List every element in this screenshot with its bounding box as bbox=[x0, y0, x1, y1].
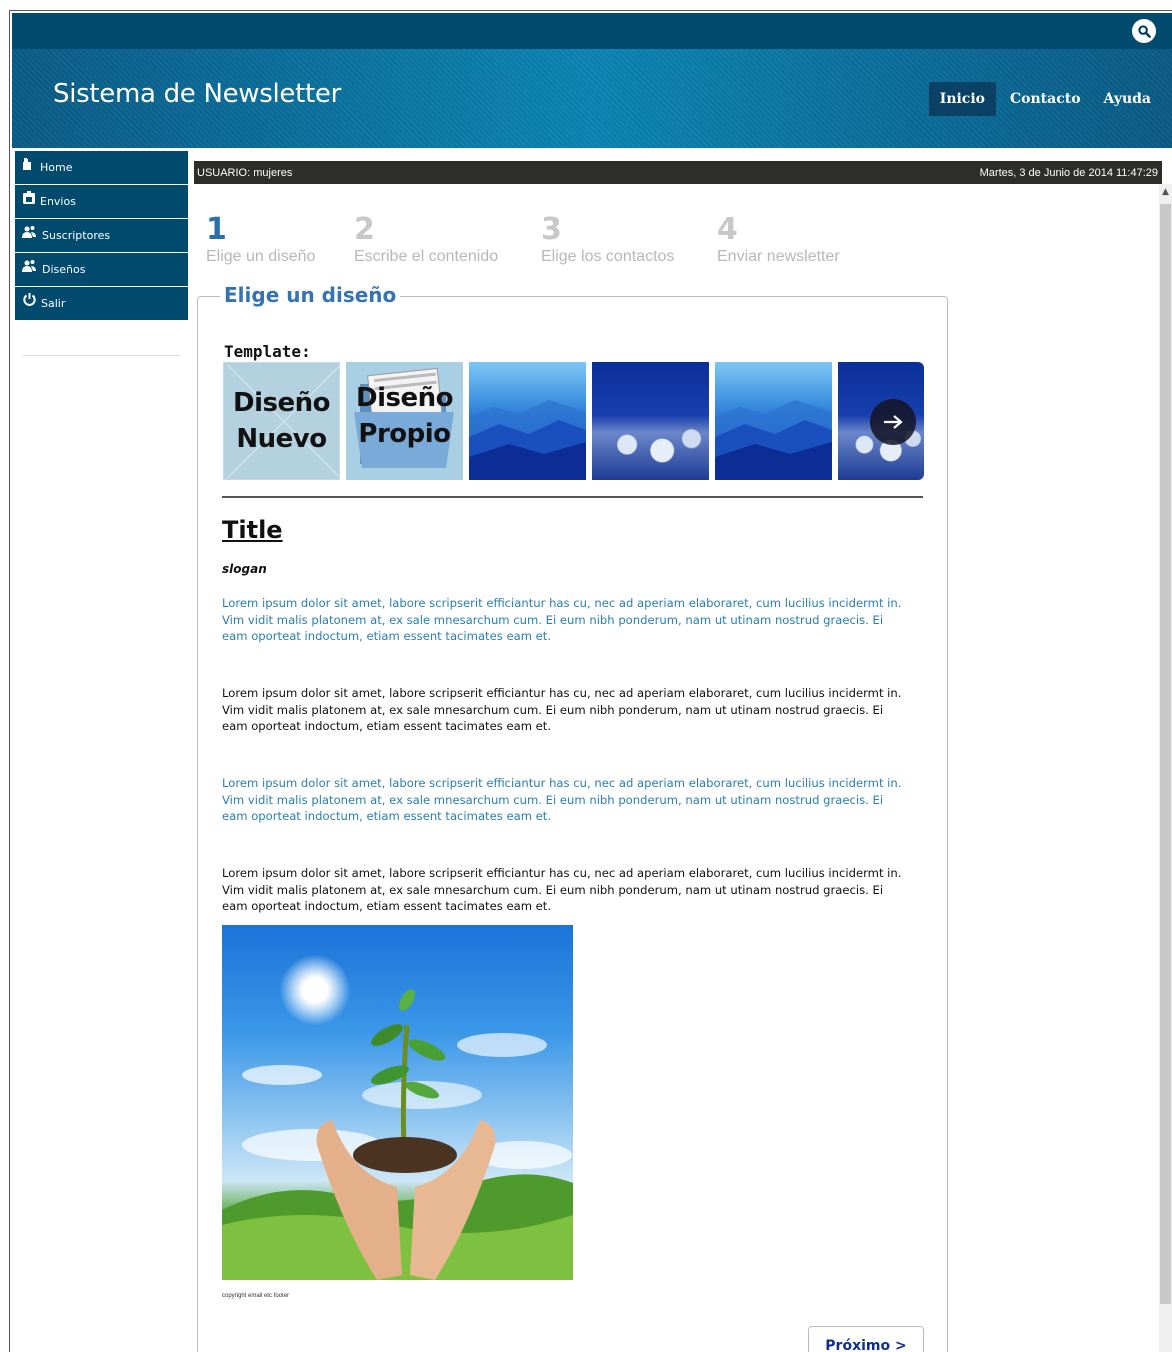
nav-inicio[interactable]: Inicio bbox=[928, 82, 996, 116]
current-datetime: Martes, 3 de Junio de 2014 11:47:29 bbox=[979, 166, 1158, 179]
site-header: Sistema de Newsletter Inicio Contacto Ay… bbox=[12, 49, 1172, 148]
sidebar-item-suscriptores[interactable]: Suscriptores bbox=[15, 219, 188, 253]
step-3[interactable]: 3 Elige los contactos bbox=[541, 210, 674, 266]
step-label: Enviar newsletter bbox=[717, 248, 840, 265]
preview-footer: copyright email etc footer bbox=[222, 1293, 290, 1299]
template-label: Template: bbox=[224, 342, 311, 361]
arrow-right-icon bbox=[884, 415, 903, 429]
users-icon bbox=[22, 259, 36, 272]
step-number: 2 bbox=[354, 212, 375, 247]
sidebar-item-label: Diseños bbox=[42, 263, 86, 276]
step-number: 4 bbox=[717, 212, 738, 247]
sidebar-item-label: Suscriptores bbox=[42, 229, 111, 242]
panel-legend: Elige un diseño bbox=[220, 283, 401, 307]
sidebar-item-label: Home bbox=[40, 161, 73, 174]
template-thumbnail-mountains-2[interactable] bbox=[715, 362, 832, 480]
search-button[interactable] bbox=[1132, 19, 1156, 43]
step-label: Escribe el contenido bbox=[354, 248, 499, 265]
sidebar-item-home[interactable]: Home bbox=[15, 151, 188, 185]
scroll-up-arrow[interactable]: ▲ bbox=[1159, 187, 1172, 197]
template-thumbnail-forest-2[interactable] bbox=[838, 362, 924, 480]
next-button[interactable]: Próximo > bbox=[808, 1326, 924, 1352]
nav-contacto[interactable]: Contacto bbox=[999, 82, 1092, 116]
sidebar-item-salir[interactable]: Salir bbox=[15, 287, 188, 321]
user-status-bar: USUARIO: mujeres Martes, 3 de Junio de 2… bbox=[194, 161, 1162, 184]
sidebar-divider bbox=[23, 355, 180, 356]
site-title: Sistema de Newsletter bbox=[53, 79, 342, 109]
top-bar bbox=[12, 13, 1172, 49]
wizard-steps: 1 Elige un diseño 2 Escribe el contenido… bbox=[206, 210, 906, 280]
step-number: 1 bbox=[206, 212, 227, 247]
sidebar-item-disenos[interactable]: Diseños bbox=[15, 253, 188, 287]
current-user: USUARIO: mujeres bbox=[197, 166, 293, 179]
preview-slogan: slogan bbox=[222, 562, 267, 576]
carousel-next-button[interactable] bbox=[870, 399, 916, 445]
preview-title: Title bbox=[222, 516, 283, 544]
sidebar-item-label: Envios bbox=[40, 195, 76, 208]
step-2[interactable]: 2 Escribe el contenido bbox=[354, 210, 498, 266]
sidebar: Home Envios Suscriptores Diseños Salir bbox=[15, 151, 188, 356]
preview-paragraph: Lorem ipsum dolor sit amet, labore scrip… bbox=[222, 596, 902, 644]
step-label: Elige un diseño bbox=[206, 248, 316, 265]
template-text: Diseño Propio bbox=[356, 383, 453, 449]
preview-paragraph: Lorem ipsum dolor sit amet, labore scrip… bbox=[222, 776, 902, 824]
step-number: 3 bbox=[541, 212, 562, 247]
search-icon bbox=[1137, 24, 1151, 38]
template-own-design[interactable]: Diseño Propio bbox=[346, 362, 463, 480]
sidebar-item-label: Salir bbox=[41, 297, 66, 310]
template-carousel: Diseño Nuevo Diseño Propio bbox=[223, 362, 924, 480]
nav-ayuda[interactable]: Ayuda bbox=[1093, 82, 1162, 116]
step-4[interactable]: 4 Enviar newsletter bbox=[717, 210, 840, 266]
preview-paragraph: Lorem ipsum dolor sit amet, labore scrip… bbox=[222, 866, 902, 914]
template-new-design[interactable]: Diseño Nuevo bbox=[223, 362, 340, 480]
users-icon bbox=[22, 225, 36, 238]
envelope-icon bbox=[23, 190, 35, 204]
power-icon bbox=[23, 293, 36, 306]
preview-divider bbox=[222, 496, 923, 498]
scrollbar-thumb[interactable] bbox=[1160, 204, 1171, 1304]
sidebar-item-envios[interactable]: Envios bbox=[15, 185, 188, 219]
preview-image-plant-in-hands bbox=[222, 925, 573, 1280]
preview-paragraph: Lorem ipsum dolor sit amet, labore scrip… bbox=[222, 686, 902, 734]
template-text: Diseño Nuevo bbox=[233, 388, 330, 454]
step-1[interactable]: 1 Elige un diseño bbox=[206, 210, 315, 266]
template-thumbnail-forest[interactable] bbox=[592, 362, 709, 480]
step-label: Elige los contactos bbox=[541, 248, 675, 265]
template-thumbnail-mountains[interactable] bbox=[469, 362, 586, 480]
top-navigation: Inicio Contacto Ayuda bbox=[928, 82, 1172, 116]
vertical-scrollbar[interactable]: ▲ bbox=[1159, 184, 1172, 1352]
home-icon bbox=[23, 157, 31, 170]
